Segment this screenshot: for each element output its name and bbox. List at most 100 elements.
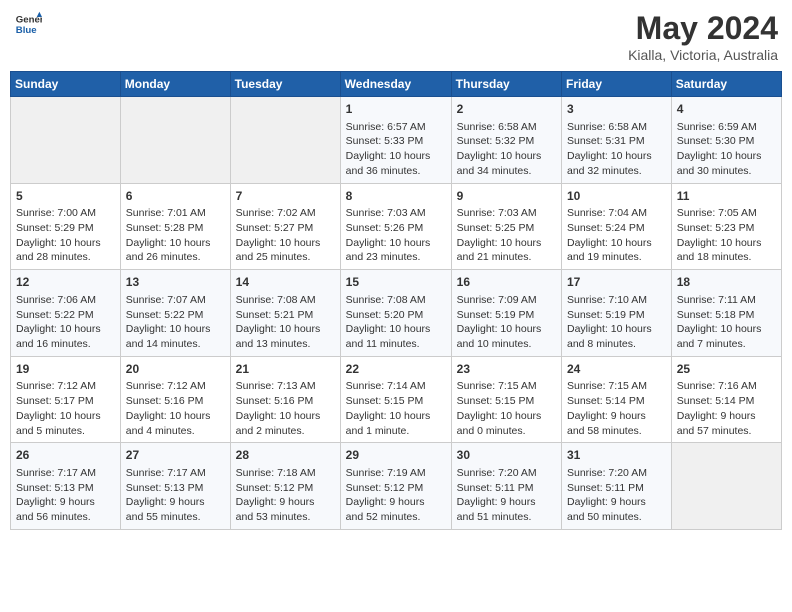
cell-text: Sunset: 5:25 PM (457, 221, 556, 236)
column-header-wednesday: Wednesday (340, 72, 451, 97)
location: Kialla, Victoria, Australia (628, 47, 778, 63)
cell-text: and 10 minutes. (457, 337, 556, 352)
cell-text: Sunrise: 7:18 AM (236, 466, 335, 481)
cell-text: Sunset: 5:30 PM (677, 134, 776, 149)
day-number: 6 (126, 188, 225, 205)
cell-text: and 52 minutes. (346, 510, 446, 525)
cell-text: Sunset: 5:12 PM (236, 481, 335, 496)
week-row-2: 5Sunrise: 7:00 AMSunset: 5:29 PMDaylight… (11, 183, 782, 270)
cell-text: and 55 minutes. (126, 510, 225, 525)
cell-text: Sunrise: 7:03 AM (346, 206, 446, 221)
day-number: 2 (457, 101, 556, 118)
cell-text: Daylight: 10 hours (457, 236, 556, 251)
day-number: 16 (457, 274, 556, 291)
cell-text: Sunrise: 7:01 AM (126, 206, 225, 221)
cell-text: Daylight: 10 hours (346, 149, 446, 164)
day-number: 23 (457, 361, 556, 378)
logo: General Blue (14, 10, 42, 38)
cell-text: Daylight: 9 hours (346, 495, 446, 510)
cell-text: and 50 minutes. (567, 510, 666, 525)
header-row: SundayMondayTuesdayWednesdayThursdayFrid… (11, 72, 782, 97)
cell-text: Daylight: 9 hours (567, 495, 666, 510)
column-header-saturday: Saturday (671, 72, 781, 97)
column-header-tuesday: Tuesday (230, 72, 340, 97)
cell-text: and 58 minutes. (567, 424, 666, 439)
calendar-cell (120, 97, 230, 184)
cell-text: and 51 minutes. (457, 510, 556, 525)
svg-text:Blue: Blue (16, 25, 37, 36)
cell-text: Sunrise: 7:11 AM (677, 293, 776, 308)
day-number: 8 (346, 188, 446, 205)
cell-text: Sunrise: 7:03 AM (457, 206, 556, 221)
calendar-cell: 21Sunrise: 7:13 AMSunset: 5:16 PMDayligh… (230, 356, 340, 443)
cell-text: Daylight: 10 hours (16, 322, 115, 337)
calendar-cell: 5Sunrise: 7:00 AMSunset: 5:29 PMDaylight… (11, 183, 121, 270)
calendar-table: SundayMondayTuesdayWednesdayThursdayFrid… (10, 71, 782, 530)
day-number: 24 (567, 361, 666, 378)
day-number: 12 (16, 274, 115, 291)
cell-text: Sunrise: 6:59 AM (677, 120, 776, 135)
day-number: 28 (236, 447, 335, 464)
cell-text: and 7 minutes. (677, 337, 776, 352)
calendar-cell: 26Sunrise: 7:17 AMSunset: 5:13 PMDayligh… (11, 443, 121, 530)
calendar-cell: 23Sunrise: 7:15 AMSunset: 5:15 PMDayligh… (451, 356, 561, 443)
cell-text: Sunset: 5:19 PM (457, 308, 556, 323)
day-number: 4 (677, 101, 776, 118)
cell-text: Sunset: 5:32 PM (457, 134, 556, 149)
week-row-3: 12Sunrise: 7:06 AMSunset: 5:22 PMDayligh… (11, 270, 782, 357)
week-row-5: 26Sunrise: 7:17 AMSunset: 5:13 PMDayligh… (11, 443, 782, 530)
cell-text: and 57 minutes. (677, 424, 776, 439)
month-title: May 2024 (628, 10, 778, 47)
cell-text: Sunrise: 7:08 AM (346, 293, 446, 308)
day-number: 20 (126, 361, 225, 378)
cell-text: Sunrise: 7:13 AM (236, 379, 335, 394)
cell-text: and 18 minutes. (677, 250, 776, 265)
calendar-cell: 4Sunrise: 6:59 AMSunset: 5:30 PMDaylight… (671, 97, 781, 184)
calendar-cell: 22Sunrise: 7:14 AMSunset: 5:15 PMDayligh… (340, 356, 451, 443)
cell-text: and 2 minutes. (236, 424, 335, 439)
calendar-cell: 1Sunrise: 6:57 AMSunset: 5:33 PMDaylight… (340, 97, 451, 184)
day-number: 3 (567, 101, 666, 118)
calendar-cell: 30Sunrise: 7:20 AMSunset: 5:11 PMDayligh… (451, 443, 561, 530)
page-header: General Blue May 2024 Kialla, Victoria, … (10, 10, 782, 63)
cell-text: Sunrise: 6:58 AM (567, 120, 666, 135)
cell-text: and 26 minutes. (126, 250, 225, 265)
cell-text: Sunrise: 7:12 AM (126, 379, 225, 394)
day-number: 10 (567, 188, 666, 205)
cell-text: Sunset: 5:22 PM (126, 308, 225, 323)
cell-text: Daylight: 10 hours (126, 322, 225, 337)
cell-text: Sunrise: 7:20 AM (457, 466, 556, 481)
day-number: 5 (16, 188, 115, 205)
cell-text: Daylight: 10 hours (567, 322, 666, 337)
calendar-cell: 9Sunrise: 7:03 AMSunset: 5:25 PMDaylight… (451, 183, 561, 270)
cell-text: and 1 minute. (346, 424, 446, 439)
cell-text: Sunrise: 7:07 AM (126, 293, 225, 308)
calendar-cell: 12Sunrise: 7:06 AMSunset: 5:22 PMDayligh… (11, 270, 121, 357)
cell-text: Daylight: 9 hours (16, 495, 115, 510)
cell-text: Daylight: 10 hours (346, 236, 446, 251)
cell-text: Sunrise: 7:19 AM (346, 466, 446, 481)
cell-text: Daylight: 10 hours (567, 149, 666, 164)
cell-text: Sunrise: 7:09 AM (457, 293, 556, 308)
cell-text: Sunset: 5:16 PM (126, 394, 225, 409)
cell-text: Daylight: 10 hours (126, 236, 225, 251)
cell-text: Sunrise: 7:15 AM (567, 379, 666, 394)
day-number: 14 (236, 274, 335, 291)
cell-text: and 36 minutes. (346, 164, 446, 179)
calendar-cell: 2Sunrise: 6:58 AMSunset: 5:32 PMDaylight… (451, 97, 561, 184)
cell-text: Sunset: 5:28 PM (126, 221, 225, 236)
cell-text: Sunrise: 7:02 AM (236, 206, 335, 221)
cell-text: and 56 minutes. (16, 510, 115, 525)
cell-text: Sunset: 5:19 PM (567, 308, 666, 323)
cell-text: Sunset: 5:22 PM (16, 308, 115, 323)
cell-text: Sunrise: 7:08 AM (236, 293, 335, 308)
day-number: 31 (567, 447, 666, 464)
day-number: 30 (457, 447, 556, 464)
calendar-cell: 17Sunrise: 7:10 AMSunset: 5:19 PMDayligh… (562, 270, 672, 357)
calendar-cell: 19Sunrise: 7:12 AMSunset: 5:17 PMDayligh… (11, 356, 121, 443)
cell-text: and 21 minutes. (457, 250, 556, 265)
day-number: 17 (567, 274, 666, 291)
day-number: 15 (346, 274, 446, 291)
calendar-cell: 10Sunrise: 7:04 AMSunset: 5:24 PMDayligh… (562, 183, 672, 270)
day-number: 18 (677, 274, 776, 291)
